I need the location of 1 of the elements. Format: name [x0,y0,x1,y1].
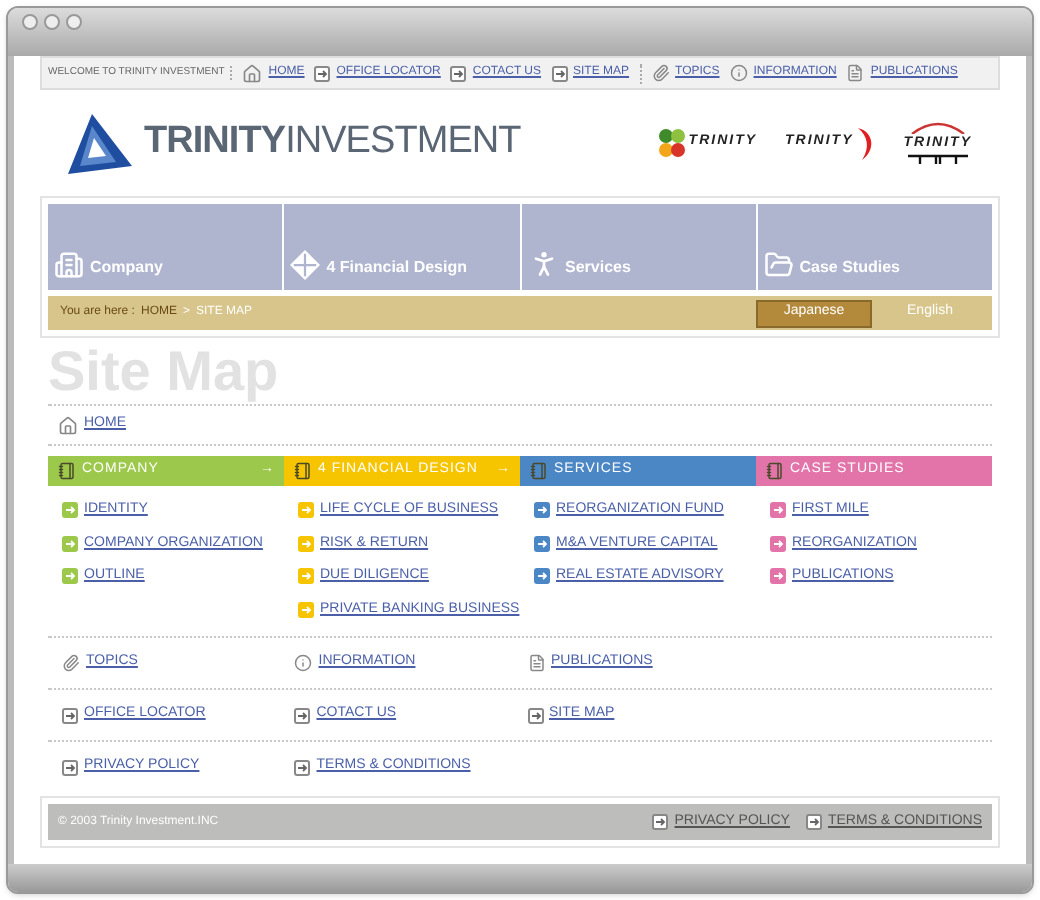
brand-name: TRINITYINVESTMENT [144,118,521,167]
